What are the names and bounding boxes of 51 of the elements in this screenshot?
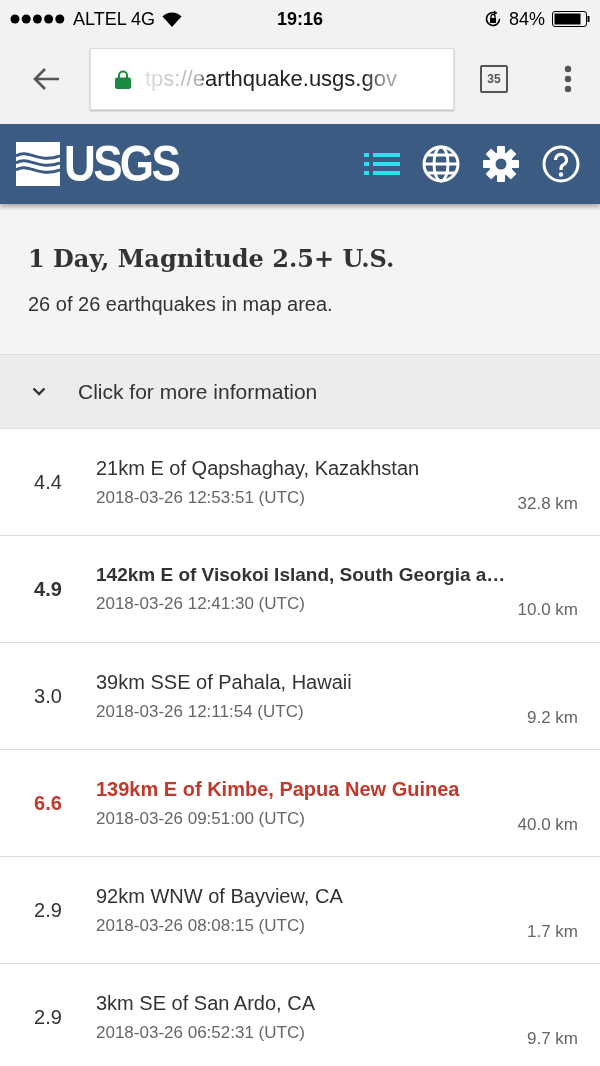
place-text: 92km WNW of Bayview, CA bbox=[96, 884, 344, 908]
depth-text: 10.0 km bbox=[517, 600, 578, 620]
count-text: 26 of 26 earthquakes in map area. bbox=[28, 293, 334, 316]
clock-time: 19:16 bbox=[276, 8, 323, 30]
depth-text: 1.7 km bbox=[526, 921, 578, 942]
depth-text: 9.2 km bbox=[526, 707, 578, 728]
magnitude-text: 2.9 bbox=[33, 898, 63, 922]
waves-logo-icon bbox=[16, 142, 60, 186]
chevron-icon bbox=[32, 387, 46, 396]
depth-text: 40.0 km bbox=[517, 814, 578, 835]
signal-icon bbox=[10, 14, 66, 24]
wifi-icon bbox=[162, 11, 183, 27]
earthquake-row[interactable]: 2.9 3km SE of San Ardo, CA 2018-03-26 06:52:31 (UTC) 9.7 km bbox=[0, 964, 600, 1066]
magnitude-text: 4.9 bbox=[33, 577, 63, 601]
more-info-toggle[interactable]: Click for more information bbox=[0, 355, 600, 429]
depth-text: 9.7 km bbox=[526, 1028, 578, 1049]
place-text: 3km SE of San Ardo, CA bbox=[96, 991, 316, 1015]
tab-count-button[interactable]: 35 bbox=[480, 65, 508, 93]
logo-text: USGS bbox=[64, 139, 179, 189]
earthquake-row[interactable]: 4.9 142km E of Visokoi Island, South Georgia a… 2018-03-26 12:41:30 (UTC) 10.0 km bbox=[0, 536, 600, 643]
place-text: 21km E of Qapshaghay, Kazakhstan bbox=[96, 456, 421, 480]
back-arrow-icon[interactable] bbox=[32, 67, 60, 91]
time-text: 2018-03-26 12:11:54 (UTC) bbox=[96, 701, 304, 722]
earthquake-row[interactable]: 6.6 139km E of Kimbe, Papua New Guinea 2018-03-26 09:51:00 (UTC) 40.0 km bbox=[0, 750, 600, 857]
time-text: 2018-03-26 08:08:15 (UTC) bbox=[96, 915, 305, 936]
carrier-name: ALTEL 4G bbox=[73, 8, 156, 30]
list-icon[interactable] bbox=[364, 153, 400, 175]
earthquake-row[interactable]: 2.9 92km WNW of Bayview, CA 2018-03-26 08:08:15 (UTC) 1.7 km bbox=[0, 857, 600, 964]
feed-title: 1 Day, Magnitude 2.5+ U.S. bbox=[28, 244, 396, 273]
battery-percent: 84% bbox=[508, 8, 545, 30]
globe-icon[interactable] bbox=[422, 145, 460, 183]
rotation-lock-icon bbox=[483, 10, 502, 28]
place-text: 139km E of Kimbe, Papua New Guinea bbox=[96, 777, 461, 801]
depth-text: 32.8 km bbox=[517, 493, 578, 514]
help-icon[interactable] bbox=[542, 145, 580, 183]
place-text: 142km E of Visokoi Island, South Georgia a… bbox=[96, 564, 507, 586]
magnitude-text: 6.6 bbox=[33, 791, 63, 815]
magnitude-text: 3.0 bbox=[33, 684, 63, 708]
time-text: 2018-03-26 09:51:00 (UTC) bbox=[96, 808, 305, 829]
earthquake-row[interactable]: 4.4 21km E of Qapshaghay, Kazakhstan 2018-03-26 12:53:51 (UTC) 32.8 km bbox=[0, 429, 600, 536]
place-text: 39km SSE of Pahala, Hawaii bbox=[96, 670, 353, 694]
magnitude-text: 4.4 bbox=[33, 470, 63, 494]
settings-icon[interactable] bbox=[482, 145, 520, 183]
battery-icon bbox=[552, 11, 590, 27]
lock-icon bbox=[115, 69, 131, 89]
earthquake-row[interactable]: 3.0 39km SSE of Pahala, Hawaii 2018-03-26 12:11:54 (UTC) 9.2 km bbox=[0, 643, 600, 750]
time-text: 2018-03-26 06:52:31 (UTC) bbox=[96, 1022, 305, 1043]
magnitude-text: 2.9 bbox=[33, 1005, 63, 1029]
more-menu-icon[interactable] bbox=[564, 65, 572, 93]
time-text: 2018-03-26 12:53:51 (UTC) bbox=[96, 487, 305, 508]
time-text: 2018-03-26 12:41:30 (UTC) bbox=[96, 594, 305, 614]
